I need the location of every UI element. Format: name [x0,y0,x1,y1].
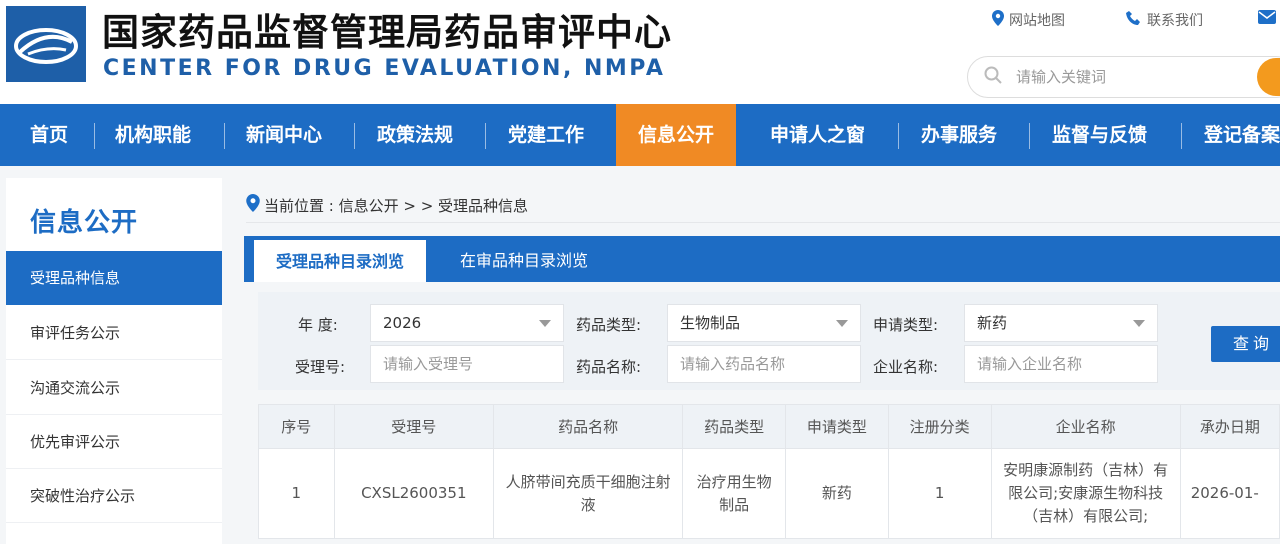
cde-logo[interactable] [6,6,86,82]
nav-item-services[interactable]: 办事服务 [921,104,997,166]
filter-panel: 年 度: 2026 药品类型: 生物制品 申请类型: 新药 受理号: 药品名称:… [258,292,1280,390]
mail-link[interactable] [1258,10,1276,28]
col-header-date: 承办日期 [1179,404,1280,449]
chevron-down-icon [1133,320,1145,327]
nav-item-party[interactable]: 党建工作 [508,104,584,166]
contact-link[interactable]: 联系我们 [1126,10,1203,30]
divider [246,222,1280,223]
sidebar-title: 信息公开 [30,208,139,238]
cell-drug-type: 治疗用生物制品 [682,448,786,539]
location-pin-icon [246,194,260,216]
drug-type-label: 药品类型: [576,316,642,334]
phone-icon [1126,10,1142,30]
drug-type-value: 生物制品 [680,314,741,332]
main-nav: 首页 机构职能 新闻中心 政策法规 党建工作 信息公开 申请人之窗 办事服务 监… [0,104,1280,166]
accept-no-input[interactable] [383,355,553,373]
drug-type-select[interactable]: 生物制品 [667,304,861,342]
query-button[interactable]: 查询 [1211,326,1280,362]
cell-accept-no[interactable]: CXSL2600351 [333,448,495,539]
year-select[interactable]: 2026 [370,304,564,342]
cell-drug-name: 人脐带间充质干细胞注射液 [493,448,684,539]
sidebar-item-breakthrough[interactable]: 突破性治疗公示 [6,469,222,523]
nav-item-registration[interactable]: 登记备案 [1204,104,1280,166]
apply-type-select[interactable]: 新药 [964,304,1158,342]
search-input[interactable] [1016,65,1246,89]
nav-item-functions[interactable]: 机构职能 [115,104,191,166]
nav-divider [1029,123,1030,149]
company-input[interactable] [977,355,1147,373]
col-header-index: 序号 [258,404,335,449]
sidebar-item-priority-review[interactable]: 优先审评公示 [6,415,222,469]
nav-divider [354,123,355,149]
accept-no-field[interactable] [370,345,564,383]
year-value: 2026 [383,314,422,332]
nav-divider [485,123,486,149]
year-label: 年 度: [298,316,338,334]
tab-bar: 受理品种目录浏览 在审品种目录浏览 [244,236,1280,282]
nav-divider [94,123,95,149]
chevron-down-icon [836,320,848,327]
site-search[interactable] [967,56,1280,98]
col-header-accept-no: 受理号 [333,404,495,449]
drug-name-label: 药品名称: [576,358,642,376]
site-title-cn: 国家药品监督管理局药品审评中心 [102,11,672,54]
site-title-en: CENTER FOR DRUG EVALUATION, NMPA [103,56,666,81]
map-pin-icon [992,10,1004,30]
nav-divider [1181,123,1182,149]
search-icon [984,66,1002,84]
mail-icon [1258,10,1276,28]
nav-divider [224,123,225,149]
col-header-reg-class: 注册分类 [887,404,992,449]
sidebar-item-accepted-varieties[interactable]: 受理品种信息 [6,251,222,305]
nav-item-info-public[interactable]: 信息公开 [616,104,737,166]
results-table: 序号 受理号 药品名称 药品类型 申请类型 注册分类 企业名称 承办日期 1 C… [258,404,1280,539]
cell-index: 1 [258,448,335,539]
chevron-down-icon [539,320,551,327]
col-header-apply-type: 申请类型 [784,404,889,449]
breadcrumb-text: 当前位置 : 信息公开 > > 受理品种信息 [264,196,529,215]
company-label: 企业名称: [873,358,939,376]
sidebar: 信息公开 受理品种信息 审评任务公示 沟通交流公示 优先审评公示 突破性治疗公示 [6,178,222,544]
tab-under-review-catalog[interactable]: 在审品种目录浏览 [460,236,588,282]
table-row[interactable]: 1 CXSL2600351 人脐带间充质干细胞注射液 治疗用生物制品 新药 1 … [258,448,1280,539]
cell-company: 安明康源制药（吉林）有限公司;安康源生物科技（吉林）有限公司; [990,448,1181,539]
nav-item-home[interactable]: 首页 [30,104,68,166]
nav-item-policy[interactable]: 政策法规 [377,104,453,166]
contact-label: 联系我们 [1147,13,1203,29]
cell-reg-class: 1 [887,448,992,539]
nav-item-applicant[interactable]: 申请人之窗 [770,104,865,166]
apply-type-label: 申请类型: [873,316,939,334]
drug-name-input[interactable] [680,355,850,373]
sitemap-link[interactable]: 网站地图 [992,10,1065,30]
breadcrumb: 当前位置 : 信息公开 > > 受理品种信息 [246,194,528,216]
company-field[interactable] [964,345,1158,383]
nav-item-feedback[interactable]: 监督与反馈 [1052,104,1147,166]
col-header-drug-type: 药品类型 [682,404,786,449]
table-header-row: 序号 受理号 药品名称 药品类型 申请类型 注册分类 企业名称 承办日期 [258,404,1280,449]
cell-date: 2026-01- [1179,448,1280,539]
sidebar-item-communication[interactable]: 沟通交流公示 [6,361,222,415]
apply-type-value: 新药 [977,314,1008,332]
nav-item-news[interactable]: 新闻中心 [246,104,322,166]
cell-apply-type: 新药 [784,448,889,539]
sidebar-item-review-tasks[interactable]: 审评任务公示 [6,306,222,360]
accept-no-label: 受理号: [295,358,346,376]
drug-name-field[interactable] [667,345,861,383]
nav-divider [898,123,899,149]
site-header: 国家药品监督管理局药品审评中心 CENTER FOR DRUG EVALUATI… [0,0,1280,104]
tab-accepted-catalog[interactable]: 受理品种目录浏览 [254,240,427,282]
col-header-company: 企业名称 [990,404,1181,449]
col-header-drug-name: 药品名称 [493,404,684,449]
sitemap-label: 网站地图 [1009,13,1065,29]
